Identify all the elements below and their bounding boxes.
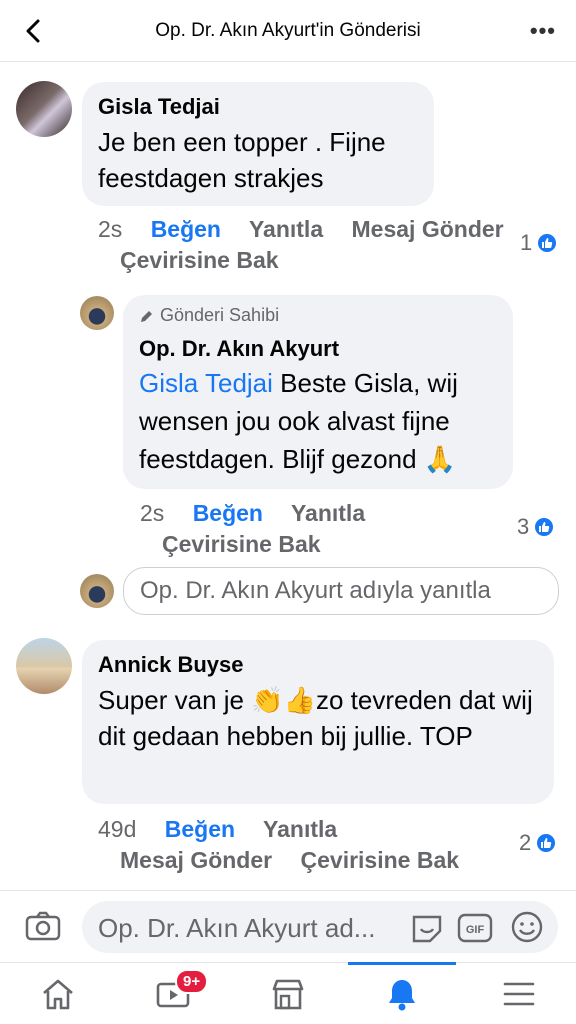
like-reaction-icon	[536, 232, 559, 254]
comment-composer: Op. Dr. Akın Akyurt ad... GIF	[0, 890, 576, 962]
comment-time: 2s	[98, 216, 123, 242]
comment-actions: 49d Beğen Yanıtla Mesaj Gönder Çevirisin…	[98, 814, 498, 876]
owner-tag: Gönderi Sahibi	[139, 305, 497, 326]
comment-time: 49d	[98, 816, 137, 842]
comment-input[interactable]: Op. Dr. Akın Akyurt ad... GIF	[82, 901, 558, 953]
page-title: Op. Dr. Akın Akyurt'in Gönderisi	[155, 20, 421, 41]
comment-bubble: Annick Buyse Super van je 👏👍zo tevreden …	[82, 640, 554, 804]
tab-notifications[interactable]	[348, 962, 456, 1024]
like-button[interactable]: Beğen	[151, 216, 221, 242]
comment-bubble: Gönderi Sahibi Op. Dr. Akın Akyurt Gisla…	[123, 295, 513, 489]
comment-author[interactable]: Annick Buyse	[98, 652, 538, 678]
like-reaction-icon	[535, 832, 558, 854]
comment-author[interactable]: Op. Dr. Akın Akyurt	[139, 336, 497, 362]
reply-placeholder: Op. Dr. Akın Akyurt adıyla yanıtla	[140, 577, 491, 604]
tab-home[interactable]	[0, 963, 115, 1024]
reaction-count[interactable]: 2	[519, 830, 558, 856]
avatar[interactable]	[80, 296, 114, 330]
translate-button[interactable]: Çevirisine Bak	[162, 531, 321, 557]
reaction-number: 3	[517, 514, 530, 539]
comment-actions: 2s Beğen Yanıtla Çevirisine Bak	[140, 498, 480, 560]
tab-marketplace[interactable]	[230, 963, 345, 1024]
avatar	[80, 574, 114, 608]
translate-button[interactable]: Çevirisine Bak	[301, 847, 460, 873]
sticker-icon[interactable]	[410, 911, 444, 945]
comment-actions: 2s Beğen Yanıtla Mesaj Gönder Çevirisine…	[98, 214, 518, 276]
comment-author[interactable]: Gisla Tedjai	[98, 94, 418, 120]
emoji-icon[interactable]	[510, 910, 544, 944]
owner-tag-label: Gönderi Sahibi	[160, 305, 280, 325]
message-button[interactable]: Mesaj Gönder	[352, 216, 504, 242]
comment-text: Super van je 👏👍zo tevreden dat wij dit g…	[98, 685, 533, 751]
reaction-count[interactable]: 1	[520, 230, 559, 256]
svg-text:GIF: GIF	[466, 924, 485, 936]
notifications-icon	[389, 980, 415, 1011]
tab-menu[interactable]	[461, 963, 576, 1024]
reply-button[interactable]: Yanıtla	[291, 500, 365, 526]
message-button[interactable]: Mesaj Gönder	[120, 847, 272, 873]
like-reaction-icon	[533, 516, 556, 538]
pencil-icon	[141, 310, 152, 322]
avatar[interactable]	[16, 638, 72, 694]
home-icon	[42, 979, 73, 1010]
bottom-tab-bar: 9+	[0, 962, 576, 1024]
tab-watch[interactable]: 9+	[115, 963, 230, 1024]
mention-link[interactable]: Gisla Tedjai	[139, 368, 273, 398]
top-bar: Op. Dr. Akın Akyurt'in Gönderisi •••	[0, 0, 576, 62]
reply-button[interactable]: Yanıtla	[263, 816, 337, 842]
comment-text: Je ben een topper . Fijne feestdagen str…	[98, 127, 386, 193]
gif-icon[interactable]: GIF	[457, 911, 493, 945]
more-options-icon[interactable]: •••	[530, 18, 556, 44]
camera-icon[interactable]	[24, 907, 62, 945]
reaction-number: 1	[520, 230, 533, 255]
reaction-number: 2	[519, 830, 532, 855]
comment-text: Gisla Tedjai Beste Gisla, wij wensen jou…	[139, 364, 497, 478]
comment-placeholder: Op. Dr. Akın Akyurt ad...	[98, 913, 376, 943]
notification-badge: 9+	[175, 969, 209, 994]
like-button[interactable]: Beğen	[165, 816, 235, 842]
comment-bubble: Gisla Tedjai Je ben een topper . Fijne f…	[82, 82, 434, 206]
avatar[interactable]	[16, 81, 72, 137]
like-button[interactable]: Beğen	[193, 500, 263, 526]
translate-button[interactable]: Çevirisine Bak	[120, 247, 279, 273]
reaction-count[interactable]: 3	[517, 514, 556, 540]
reply-input[interactable]: Op. Dr. Akın Akyurt adıyla yanıtla	[123, 567, 559, 615]
reply-button[interactable]: Yanıtla	[249, 216, 323, 242]
menu-icon	[503, 982, 534, 1006]
marketplace-icon	[272, 979, 303, 1010]
comment-time: 2s	[140, 500, 165, 526]
